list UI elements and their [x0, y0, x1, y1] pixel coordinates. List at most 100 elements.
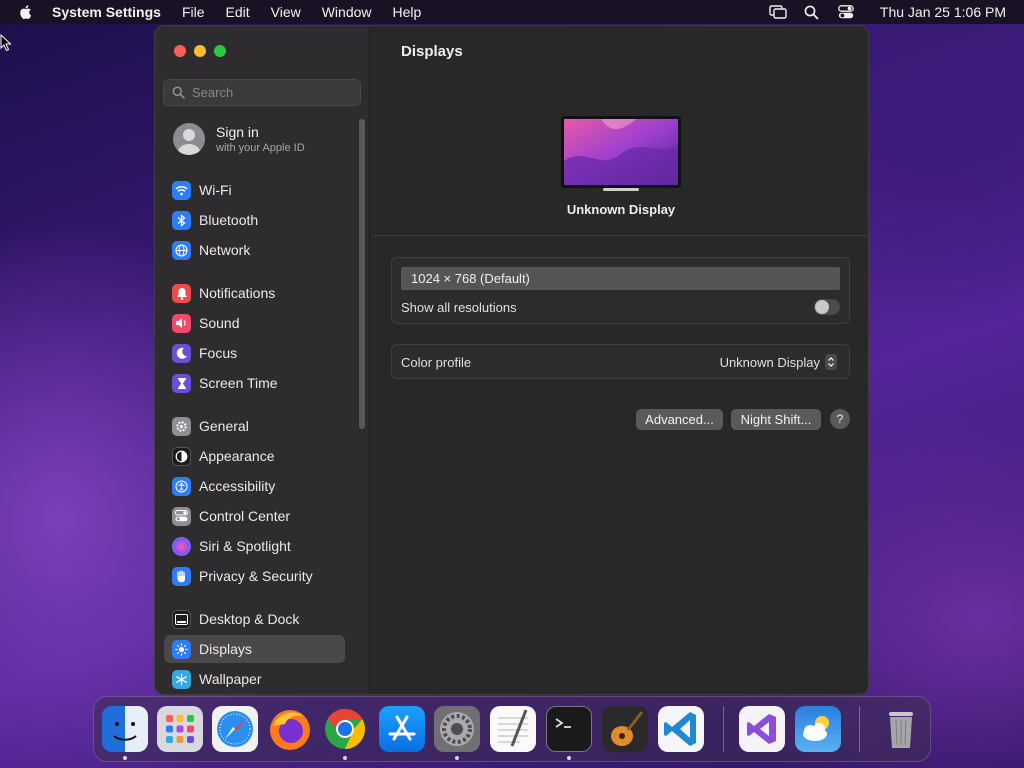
sidebar: Search Sign in with your Apple ID Wi-Fi … [155, 26, 370, 694]
menu-bar: System Settings File Edit View Window He… [0, 0, 1024, 24]
show-all-resolutions-label: Show all resolutions [401, 300, 517, 315]
dock-icon [172, 609, 191, 629]
signin-subtitle: with your Apple ID [216, 142, 305, 154]
sidebar-item-desktop-dock[interactable]: Desktop & Dock [164, 605, 345, 633]
sidebar-item-sound[interactable]: Sound [164, 309, 345, 337]
snowflake-icon [172, 669, 191, 689]
sidebar-item-bluetooth[interactable]: Bluetooth [164, 206, 345, 234]
sidebar-item-label: General [199, 418, 249, 434]
signin-title: Sign in [216, 124, 259, 140]
displays-pane: Displays Unknown Display 1024 × 768 (Def… [371, 26, 868, 694]
wifi-icon [172, 180, 191, 200]
safari-icon[interactable] [212, 706, 258, 752]
close-button[interactable] [174, 45, 186, 57]
gear-icon [172, 416, 191, 436]
sidebar-item-focus[interactable]: Focus [164, 339, 345, 367]
running-indicator [567, 756, 571, 760]
color-profile-label: Color profile [401, 355, 472, 370]
moon-icon [172, 343, 191, 363]
system-settings-icon[interactable] [434, 706, 480, 752]
sidebar-item-siri-spotlight[interactable]: Siri & Spotlight [164, 532, 345, 560]
page-title: Displays [401, 43, 463, 60]
chrome-icon[interactable] [322, 706, 368, 752]
sidebar-item-appearance[interactable]: Appearance [164, 442, 345, 470]
sidebar-item-label: Control Center [199, 508, 291, 524]
mouse-cursor-icon [0, 34, 12, 52]
menu-file[interactable]: File [182, 4, 205, 20]
sidebar-item-screen-time[interactable]: Screen Time [164, 369, 345, 397]
app-store-icon[interactable] [379, 706, 425, 752]
globe-icon [172, 240, 191, 260]
sidebar-item-label: Focus [199, 345, 238, 361]
speaker-icon [172, 313, 191, 333]
appearance-icon [172, 446, 191, 466]
accessibility-icon [172, 476, 191, 496]
sidebar-item-label: Screen Time [199, 375, 278, 391]
system-settings-window: Search Sign in with your Apple ID Wi-Fi … [154, 25, 869, 695]
screen-mirroring-icon[interactable] [768, 4, 788, 20]
advanced-button[interactable]: Advanced... [636, 409, 723, 430]
menu-app-name[interactable]: System Settings [52, 4, 161, 20]
menu-edit[interactable]: Edit [226, 4, 250, 20]
terminal-icon[interactable] [546, 706, 592, 752]
sidebar-item-label: Network [199, 242, 251, 258]
zoom-button[interactable] [214, 45, 226, 57]
hand-icon [172, 566, 191, 586]
menu-view[interactable]: View [271, 4, 301, 20]
help-button[interactable]: ? [830, 409, 850, 429]
sidebar-item-general[interactable]: General [164, 412, 345, 440]
trash-icon[interactable] [878, 706, 924, 752]
sidebar-item-control-center[interactable]: Control Center [164, 502, 345, 530]
sidebar-item-label: Accessibility [199, 478, 276, 494]
night-shift-button[interactable]: Night Shift... [731, 409, 821, 430]
menu-window[interactable]: Window [322, 4, 372, 20]
menu-help[interactable]: Help [393, 4, 422, 20]
sidebar-item-privacy-security[interactable]: Privacy & Security [164, 562, 345, 590]
search-placeholder: Search [192, 85, 234, 100]
visual-studio-icon[interactable] [739, 706, 785, 752]
garageband-icon[interactable] [602, 706, 648, 752]
sidebar-item-label: Notifications [199, 285, 276, 301]
weather-icon[interactable] [795, 706, 841, 752]
sidebar-item-label: Siri & Spotlight [199, 538, 291, 554]
dock-separator [723, 706, 724, 752]
control-center-icon[interactable] [836, 4, 856, 20]
display-name: Unknown Display [566, 202, 676, 217]
sidebar-item-accessibility[interactable]: Accessibility [164, 472, 345, 500]
sidebar-item-label: Wallpaper [199, 671, 262, 687]
minimize-button[interactable] [194, 45, 206, 57]
sidebar-item-notifications[interactable]: Notifications [164, 279, 345, 307]
section-divider [371, 235, 868, 236]
running-indicator [123, 756, 127, 760]
siri-icon [172, 536, 191, 556]
vscode-icon[interactable] [658, 706, 704, 752]
spotlight-search-icon[interactable] [802, 4, 822, 20]
sidebar-item-label: Wi-Fi [199, 182, 232, 198]
launchpad-icon[interactable] [157, 706, 203, 752]
search-input[interactable]: Search [163, 79, 361, 106]
textedit-icon[interactable] [490, 706, 536, 752]
toggles-icon [172, 506, 191, 526]
show-all-resolutions-toggle[interactable] [814, 299, 840, 315]
sidebar-item-network[interactable]: Network [164, 236, 345, 264]
resolution-option-selected[interactable]: 1024 × 768 (Default) [401, 267, 840, 290]
resolution-card: 1024 × 768 (Default) Show all resolution… [391, 257, 850, 324]
sidebar-item-wifi[interactable]: Wi-Fi [164, 176, 345, 204]
sidebar-scrollbar[interactable] [359, 119, 365, 429]
menu-clock[interactable]: Thu Jan 25 1:06 PM [880, 4, 1006, 20]
running-indicator [343, 756, 347, 760]
chevron-up-down-icon [825, 354, 837, 370]
sidebar-item-wallpaper[interactable]: Wallpaper [164, 665, 345, 693]
finder-icon[interactable] [102, 706, 148, 752]
display-thumbnail-icon[interactable] [561, 116, 681, 192]
apple-id-signin[interactable]: Sign in with your Apple ID [173, 123, 305, 155]
running-indicator [455, 756, 459, 760]
sidebar-item-label: Bluetooth [199, 212, 259, 228]
bluetooth-icon [172, 210, 191, 230]
color-profile-select[interactable]: Unknown Display [720, 354, 837, 370]
dock-separator [859, 706, 860, 752]
sidebar-item-label: Desktop & Dock [199, 611, 300, 627]
firefox-icon[interactable] [267, 706, 313, 752]
sidebar-item-displays[interactable]: Displays [164, 635, 345, 663]
apple-menu-icon[interactable] [18, 4, 34, 20]
